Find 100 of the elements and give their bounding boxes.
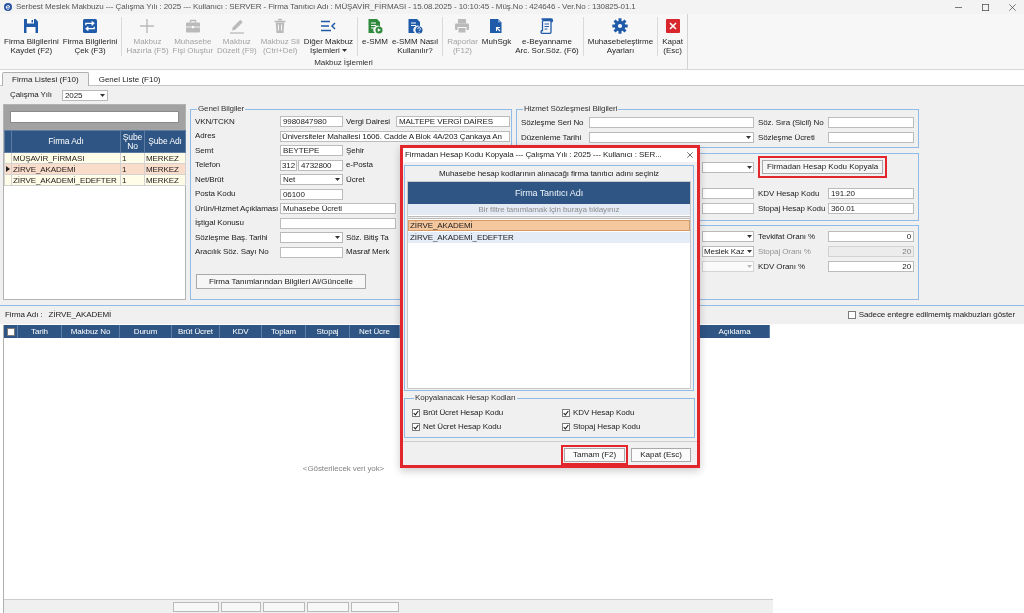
input-field[interactable]: 360.01 <box>828 203 914 214</box>
sync-arrows-icon <box>82 18 99 34</box>
list-row[interactable]: ZİRVE_AKADEMİ <box>408 220 690 231</box>
checkbox[interactable] <box>562 422 570 431</box>
column-header: Durum <box>120 325 172 338</box>
dialog-title: Firmadan Hesap Kodu Kopyala --- Çalışma Yılı : 2025 --- Kullanıcı : SER... <box>405 150 662 160</box>
maximize-icon[interactable] <box>982 3 989 11</box>
table-cell: ZİRVE_AKADEMİ_EDEFTER <box>11 174 121 186</box>
checkbox[interactable] <box>847 311 856 319</box>
input-field[interactable]: 0 <box>828 231 914 242</box>
field-label: Stopaj Oranı % <box>758 246 812 257</box>
group-title: Hizmet Sözleşmesi Bilgileri <box>523 104 619 114</box>
input-field[interactable]: 312 <box>280 159 297 171</box>
scroll-icon <box>538 18 555 34</box>
input-field[interactable]: 4732800 <box>298 159 343 171</box>
dropdown-field[interactable]: 2025 <box>62 89 108 101</box>
table-cell: 1 <box>120 163 145 175</box>
input-field[interactable]: Muhasebe Ücreti <box>280 203 396 214</box>
toolbar-button[interactable]: e-Beyanname Arc. Sor.Söz. (F6) <box>513 17 581 56</box>
input-field[interactable]: 20 <box>828 261 914 272</box>
field-label: VKN/TCKN <box>195 116 236 127</box>
checkbox[interactable] <box>412 422 420 431</box>
tab[interactable]: Firma Listesi (F10) <box>2 72 89 86</box>
checkbox-label: Brüt Ücret Hesap Kodu <box>423 407 504 418</box>
input-field[interactable] <box>828 117 914 128</box>
input-field[interactable] <box>280 217 396 229</box>
input-field[interactable] <box>589 117 754 128</box>
dropdown-field[interactable] <box>280 232 343 243</box>
close-icon <box>664 18 681 34</box>
field-label: Çalışma Yılı <box>10 90 53 100</box>
dialog-button[interactable]: Tamam (F2) <box>564 448 626 462</box>
field-label: Telefon <box>195 160 222 170</box>
input-field[interactable]: Üniversiteler Mahallesi 1606. Cadde A Blok 4A/203 Çankaya An <box>280 130 510 142</box>
action-button[interactable]: Firmadan Hesap Kodu Kopyala <box>762 160 884 174</box>
table-cell: 1 <box>120 152 145 164</box>
checkbox[interactable] <box>562 408 570 417</box>
app-logo-icon <box>4 3 12 11</box>
input-field[interactable] <box>702 203 754 214</box>
table-row[interactable]: ZİRVE_AKADEMİ_EDEFTER 1 MERKEZ <box>4 174 186 186</box>
input-field[interactable]: 9980847980 <box>280 116 343 127</box>
caret-icon <box>335 178 340 181</box>
toolbar-button[interactable]: MuhSgk <box>479 17 514 47</box>
column-header: Firma Adı <box>11 130 121 153</box>
input-field[interactable]: MALTEPE VERGİ DAİRES <box>396 116 510 127</box>
input-field[interactable] <box>828 132 914 143</box>
column-header: KDV <box>220 325 262 338</box>
table-cell: MERKEZ <box>144 152 186 164</box>
group-title: Genel Bilgiler <box>197 104 246 114</box>
close-icon[interactable] <box>1009 3 1016 11</box>
column-header: Makbuz No <box>62 325 120 338</box>
caret-icon <box>747 250 752 253</box>
dropdown-field[interactable] <box>702 231 754 242</box>
input-field[interactable]: BEYTEPE <box>280 145 343 156</box>
action-button[interactable]: Firma Tanımlarından Bilgileri Al/Güncelle <box>196 273 366 289</box>
dropdown-field[interactable]: Net <box>280 174 343 185</box>
input-field[interactable] <box>280 246 343 258</box>
search-field[interactable] <box>10 111 179 123</box>
dropdown-field[interactable] <box>702 161 754 173</box>
table-row[interactable]: MÜŞAVİR_FİRMASI 1 MERKEZ <box>4 152 186 164</box>
toolbar-button[interactable]: e-SMM <box>360 17 390 47</box>
plus-icon <box>139 18 156 34</box>
field-label: Sözleşme Ücreti <box>758 132 816 143</box>
table-cell: MERKEZ <box>144 163 186 175</box>
field-label: Sözleşme Seri No <box>521 117 585 128</box>
field-label: Tevkifat Oranı % <box>758 231 817 242</box>
caret-icon <box>747 235 752 238</box>
close-icon[interactable] <box>687 152 693 158</box>
column-header: Toplam <box>262 325 306 338</box>
window-title: Serbest Meslek Makbuzu --- Çalışma Yılı : 2025 --- Kullanıcı : SERVER - Firma Tanıtıcı Adı : MÜŞAVİR_FİRMASI - 15.08.2025 - 10:10:45 - Müş.No : 424646 - Ver.No : 130825-01.1 <box>16 2 636 12</box>
input-field[interactable] <box>702 188 754 199</box>
column-header: Net Ücre <box>350 325 400 338</box>
caret-icon <box>747 265 752 268</box>
settings-icon <box>612 18 629 34</box>
field-label: Adres <box>195 131 217 141</box>
column-header: Açıklama <box>700 325 770 338</box>
pencil-icon <box>228 18 245 34</box>
list-row[interactable]: ZİRVE_AKADEMİ_EDEFTER <box>408 232 690 243</box>
table-row[interactable]: ZİRVE_AKADEMİ 1 MERKEZ <box>4 163 186 175</box>
toolbar-button[interactable]: Firma Bilgilerini Çek (F3) <box>60 17 120 56</box>
field-label: Ürün/Hizmet Açıklaması <box>195 203 280 214</box>
tab[interactable]: Genel Liste (F10) <box>88 72 171 86</box>
dropdown-field[interactable] <box>589 132 754 143</box>
checkbox[interactable] <box>6 327 15 336</box>
toolbar-button[interactable]: e-SMM Nasıl Kullanılır? <box>389 17 441 56</box>
document-play-icon <box>367 18 383 34</box>
field-label: KDV Hesap Kodu <box>758 188 821 199</box>
input-field[interactable]: 06100 <box>280 188 343 200</box>
dialog-button[interactable]: Kapat (Esc) <box>631 448 691 462</box>
toolbar-button[interactable]: Kapat (Esc) <box>660 17 686 56</box>
list-icon <box>320 18 337 34</box>
toolbar-button[interactable]: Firma Bilgilerini Kaydet (F2) <box>2 17 61 56</box>
row-pointer-icon <box>6 166 10 172</box>
toolbar-button[interactable]: Muhasebeleştirme Ayarları <box>585 17 656 56</box>
toolbar-button[interactable]: Diğer Makbuz İşlemleri <box>301 17 356 56</box>
caret-icon <box>747 165 752 169</box>
input-field[interactable]: 191.20 <box>828 188 914 199</box>
document-question-icon <box>407 18 423 34</box>
table-cell: ZİRVE_AKADEMİ <box>11 163 121 175</box>
table-cell: 1 <box>120 174 145 186</box>
checkbox[interactable] <box>412 408 420 417</box>
